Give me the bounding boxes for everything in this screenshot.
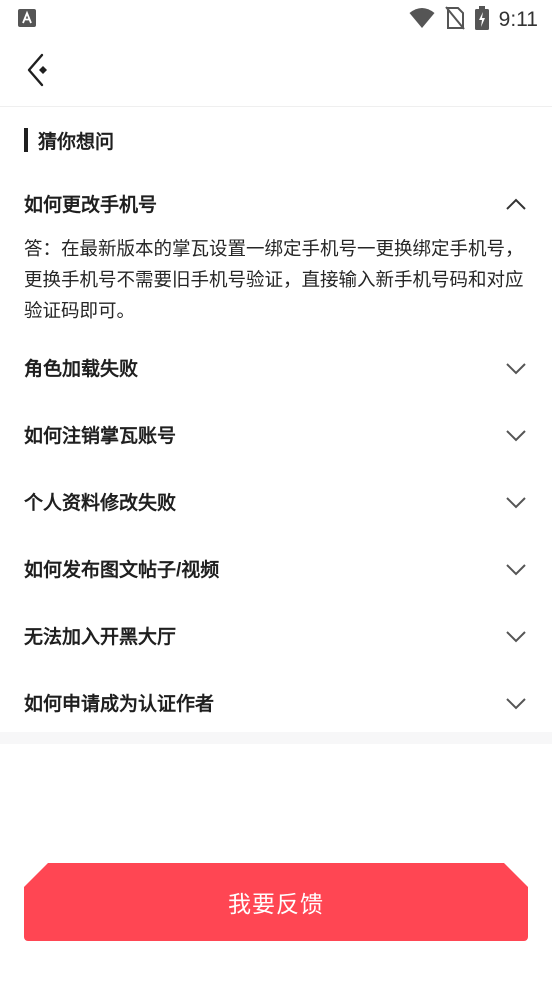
chevron-down-icon[interactable]	[504, 557, 528, 581]
faq-question-row[interactable]: 如何申请成为认证作者	[0, 669, 552, 736]
no-sim-icon	[444, 5, 465, 35]
faq-question: 如何申请成为认证作者	[24, 694, 215, 715]
faq-item: 个人资料修改失败	[0, 468, 552, 535]
faq-question: 如何更改手机号	[24, 195, 158, 216]
section-header: 猜你想问	[24, 126, 114, 154]
chevron-up-icon[interactable]	[504, 192, 528, 216]
status-time: 9:11	[498, 8, 538, 31]
nav-bar	[0, 40, 552, 107]
faq-item: 如何申请成为认证作者	[0, 669, 552, 736]
feedback-button[interactable]: 我要反馈	[24, 863, 528, 941]
section-accent-bar	[24, 128, 28, 152]
chevron-down-icon[interactable]	[504, 490, 528, 514]
faq-question-row[interactable]: 如何注销掌瓦账号	[0, 401, 552, 468]
faq-question: 角色加载失败	[24, 359, 139, 380]
back-arrow-icon	[24, 52, 52, 93]
chevron-down-icon[interactable]	[504, 691, 528, 715]
chevron-down-icon[interactable]	[504, 624, 528, 648]
faq-question-row[interactable]: 角色加载失败	[0, 334, 552, 401]
status-bar: 9:11	[0, 0, 552, 40]
faq-question-row[interactable]: 个人资料修改失败	[0, 468, 552, 535]
battery-charging-icon	[474, 5, 489, 35]
faq-item: 如何注销掌瓦账号	[0, 401, 552, 468]
faq-answer: 答：在最新版本的掌瓦设置一绑定手机号一更换绑定手机号，更换手机号不需要旧手机号验…	[24, 238, 524, 321]
faq-item: 角色加载失败	[0, 334, 552, 401]
faq-question: 无法加入开黑大厅	[24, 627, 177, 648]
faq-question: 如何发布图文帖子/视频	[24, 560, 220, 581]
wifi-icon	[409, 7, 435, 34]
chevron-down-icon[interactable]	[504, 423, 528, 447]
faq-item: 如何更改手机号 答：在最新版本的掌瓦设置一绑定手机号一更换绑定手机号，更换手机号…	[0, 170, 552, 334]
faq-question: 如何注销掌瓦账号	[24, 426, 177, 447]
section-title: 猜你想问	[38, 131, 115, 153]
faq-question-row[interactable]: 无法加入开黑大厅	[0, 602, 552, 669]
app-a-icon	[18, 8, 36, 32]
faq-list: 如何更改手机号 答：在最新版本的掌瓦设置一绑定手机号一更换绑定手机号，更换手机号…	[0, 170, 552, 736]
faq-item: 无法加入开黑大厅	[0, 602, 552, 669]
faq-item: 如何发布图文帖子/视频	[0, 535, 552, 602]
back-button[interactable]	[16, 50, 60, 94]
faq-question: 个人资料修改失败	[24, 493, 177, 514]
section-divider	[0, 732, 552, 744]
chevron-down-icon[interactable]	[504, 356, 528, 380]
faq-question-row[interactable]: 如何发布图文帖子/视频	[0, 535, 552, 602]
faq-question-row[interactable]: 如何更改手机号	[0, 170, 552, 237]
